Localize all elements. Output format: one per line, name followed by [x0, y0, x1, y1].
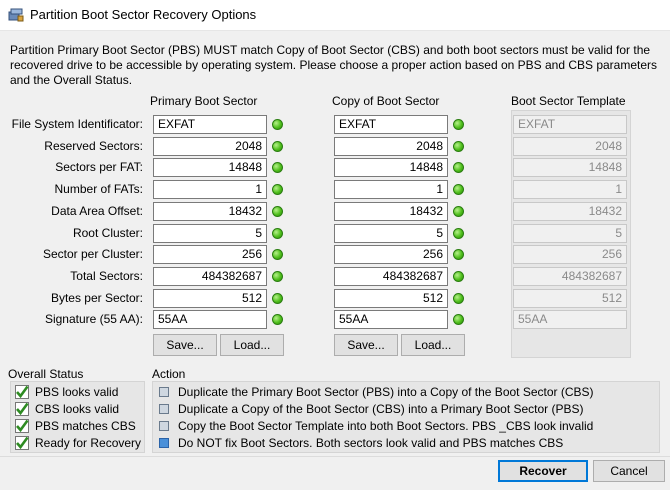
cbs-field[interactable]: 484382687 [334, 267, 448, 286]
green-led-icon [453, 271, 464, 282]
copy-column-header: Copy of Boot Sector [332, 94, 440, 108]
description-text: Partition Primary Boot Sector (PBS) MUST… [10, 43, 658, 87]
field-label: Total Sectors: [70, 269, 143, 283]
green-led-icon [272, 271, 283, 282]
pbs-load-button[interactable]: Load... [220, 334, 284, 356]
cbs-field[interactable]: 18432 [334, 202, 448, 221]
template-field: EXFAT [513, 115, 627, 134]
pbs-field[interactable]: 55AA [153, 310, 267, 329]
window-title: Partition Boot Sector Recovery Options [30, 7, 257, 22]
green-led-icon [453, 249, 464, 260]
green-led-icon [453, 184, 464, 195]
app-icon [8, 8, 24, 22]
green-led-icon [453, 293, 464, 304]
footer-divider [0, 456, 670, 457]
green-led-icon [453, 228, 464, 239]
cbs-load-button[interactable]: Load... [401, 334, 465, 356]
radio-button-selected[interactable] [159, 438, 169, 448]
primary-column-header: Primary Boot Sector [150, 94, 258, 108]
action-option-copy-template[interactable]: Copy the Boot Sector Template into both … [159, 418, 593, 435]
action-option-do-not-fix[interactable]: Do NOT fix Boot Sectors. Both sectors lo… [159, 435, 563, 452]
cbs-field[interactable]: 2048 [334, 137, 448, 156]
checkmark-icon [15, 385, 29, 399]
cbs-field[interactable]: 1 [334, 180, 448, 199]
title-bar: Partition Boot Sector Recovery Options [0, 0, 670, 31]
green-led-icon [272, 228, 283, 239]
pbs-field[interactable]: 18432 [153, 202, 267, 221]
overall-status-title: Overall Status [8, 367, 84, 381]
field-label: File System Identificator: [11, 117, 143, 131]
green-led-icon [272, 119, 283, 130]
pbs-field[interactable]: 2048 [153, 137, 267, 156]
pbs-field[interactable]: 256 [153, 245, 267, 264]
radio-button[interactable] [159, 404, 169, 414]
checkmark-icon [15, 402, 29, 416]
pbs-field[interactable]: 484382687 [153, 267, 267, 286]
template-field: 14848 [513, 158, 627, 177]
template-field: 256 [513, 245, 627, 264]
green-led-icon [453, 162, 464, 173]
overall-status-panel: PBS looks valid CBS looks valid PBS matc… [10, 381, 145, 453]
template-field: 18432 [513, 202, 627, 221]
template-field: 1 [513, 180, 627, 199]
template-field: 2048 [513, 137, 627, 156]
field-label: Number of FATs: [54, 182, 143, 196]
field-label: Signature (55 AA): [44, 312, 143, 326]
template-field: 484382687 [513, 267, 627, 286]
pbs-save-button[interactable]: Save... [153, 334, 217, 356]
cbs-field[interactable]: EXFAT [334, 115, 448, 134]
pbs-field[interactable]: 1 [153, 180, 267, 199]
radio-button[interactable] [159, 421, 169, 431]
cbs-field[interactable]: 512 [334, 289, 448, 308]
green-led-icon [272, 314, 283, 325]
action-panel: Duplicate the Primary Boot Sector (PBS) … [152, 381, 660, 453]
status-item: Ready for Recovery [15, 435, 141, 452]
template-field: 5 [513, 224, 627, 243]
cbs-field[interactable]: 256 [334, 245, 448, 264]
green-led-icon [272, 162, 283, 173]
field-label: Bytes per Sector: [50, 291, 143, 305]
cbs-field[interactable]: 55AA [334, 310, 448, 329]
green-led-icon [272, 206, 283, 217]
green-led-icon [453, 314, 464, 325]
pbs-field[interactable]: 5 [153, 224, 267, 243]
status-item: PBS matches CBS [15, 418, 136, 435]
green-led-icon [272, 184, 283, 195]
status-item: CBS looks valid [15, 401, 119, 418]
checkmark-icon [15, 419, 29, 433]
pbs-field[interactable]: 512 [153, 289, 267, 308]
green-led-icon [453, 119, 464, 130]
pbs-field[interactable]: 14848 [153, 158, 267, 177]
field-label: Sector per Cluster: [42, 247, 143, 261]
green-led-icon [453, 141, 464, 152]
field-label: Reserved Sectors: [44, 139, 143, 153]
template-field: 55AA [513, 310, 627, 329]
action-option-duplicate-cbs[interactable]: Duplicate a Copy of the Boot Sector (CBS… [159, 401, 584, 418]
field-label: Root Cluster: [72, 226, 143, 240]
action-option-duplicate-pbs[interactable]: Duplicate the Primary Boot Sector (PBS) … [159, 384, 594, 401]
pbs-field[interactable]: EXFAT [153, 115, 267, 134]
cancel-button[interactable]: Cancel [593, 460, 665, 482]
recover-button[interactable]: Recover [498, 460, 588, 482]
cbs-save-button[interactable]: Save... [334, 334, 398, 356]
checkmark-icon [15, 436, 29, 450]
template-field: 512 [513, 289, 627, 308]
status-item: PBS looks valid [15, 384, 118, 401]
green-led-icon [272, 293, 283, 304]
action-title: Action [152, 367, 186, 381]
field-label: Sectors per FAT: [55, 160, 143, 174]
radio-button[interactable] [159, 387, 169, 397]
cbs-field[interactable]: 5 [334, 224, 448, 243]
cbs-field[interactable]: 14848 [334, 158, 448, 177]
field-label: Data Area Offset: [51, 204, 143, 218]
green-led-icon [453, 206, 464, 217]
green-led-icon [272, 249, 283, 260]
template-column-header: Boot Sector Template [511, 94, 626, 108]
green-led-icon [272, 141, 283, 152]
